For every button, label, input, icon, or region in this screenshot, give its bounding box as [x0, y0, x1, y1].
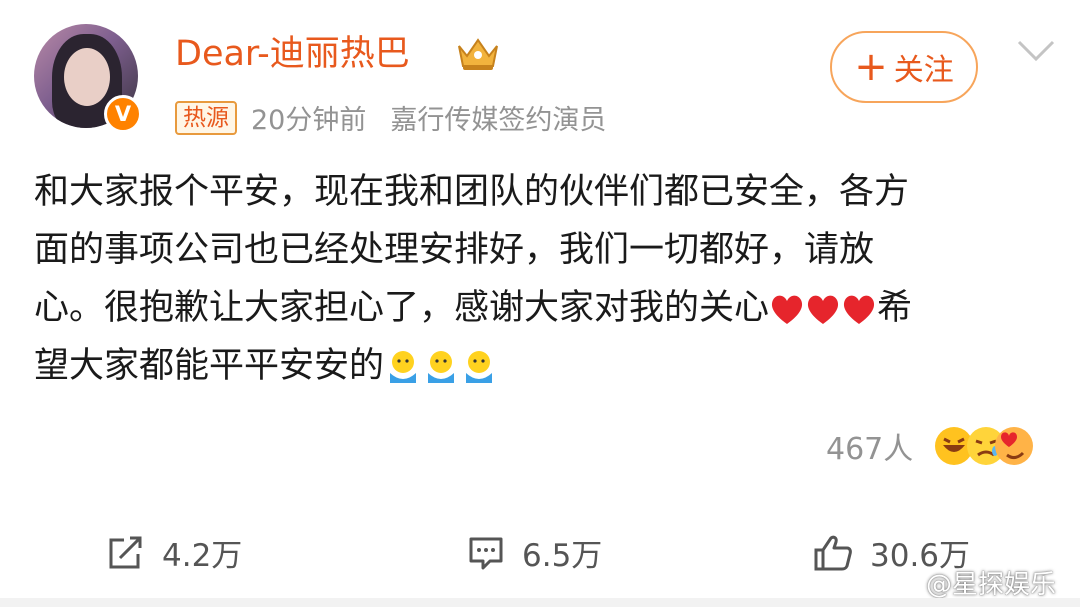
love-emoji-icon [995, 427, 1034, 465]
post-line: 望大家都能平平安安的 [34, 337, 1054, 395]
crown-icon [458, 38, 498, 70]
hug-emoji-icon [390, 351, 417, 383]
follow-label: 关注 [893, 53, 954, 88]
post-time: 20分钟前 [251, 105, 367, 136]
post-line: 和大家报个平安，现在我和团队的伙伴们都已安全，各方 [34, 172, 910, 212]
reactions-summary[interactable]: 467人 [826, 424, 1035, 468]
thumbs-up-icon [814, 535, 852, 570]
reaction-count: 467人 [826, 432, 914, 467]
username[interactable]: Dear-迪丽热巴 [175, 32, 410, 76]
plus-icon: + [854, 44, 888, 90]
post-text: 希 [877, 288, 913, 328]
post-meta: 热源 20分钟前 嘉行传媒签约演员 [175, 98, 606, 137]
hug-emoji-icon [466, 351, 493, 383]
comment-icon [469, 537, 503, 569]
post-line: 心。很抱歉让大家担心了，感谢大家对我的关心 希 [34, 279, 1054, 337]
repost-button[interactable]: 4.2万 [106, 530, 242, 575]
post-content: 和大家报个平安，现在我和团队的伙伴们都已安全，各方 面的事项公司也已经处理安排好… [34, 163, 1054, 395]
post-text: 心。很抱歉让大家担心了，感谢大家对我的关心 [34, 288, 770, 328]
hot-source-tag[interactable]: 热源 [175, 100, 237, 135]
repost-count: 4.2万 [162, 538, 243, 574]
share-icon [109, 536, 142, 568]
watermark-text: @星探娱乐 [926, 570, 1057, 600]
hug-emoji-icon [428, 351, 455, 383]
post-text: 望大家都能平平安安的 [34, 346, 385, 386]
watermark: @星探娱乐 [888, 564, 1056, 601]
avatar-face [64, 48, 110, 106]
heart-icon [771, 295, 803, 324]
verified-badge-icon: V [104, 95, 142, 133]
chevron-down-icon[interactable] [1016, 38, 1056, 64]
comment-button[interactable]: 6.5万 [466, 530, 602, 575]
heart-icon [807, 295, 839, 324]
post-line: 面的事项公司也已经处理安排好，我们一切都好，请放 [34, 230, 875, 270]
follow-button[interactable]: + 关注 [830, 31, 978, 103]
post-source: 嘉行传媒签约演员 [390, 105, 607, 136]
heart-icon [843, 295, 875, 324]
comment-count: 6.5万 [522, 538, 603, 574]
bottom-divider [0, 598, 1080, 607]
weibo-logo-icon [888, 571, 921, 596]
